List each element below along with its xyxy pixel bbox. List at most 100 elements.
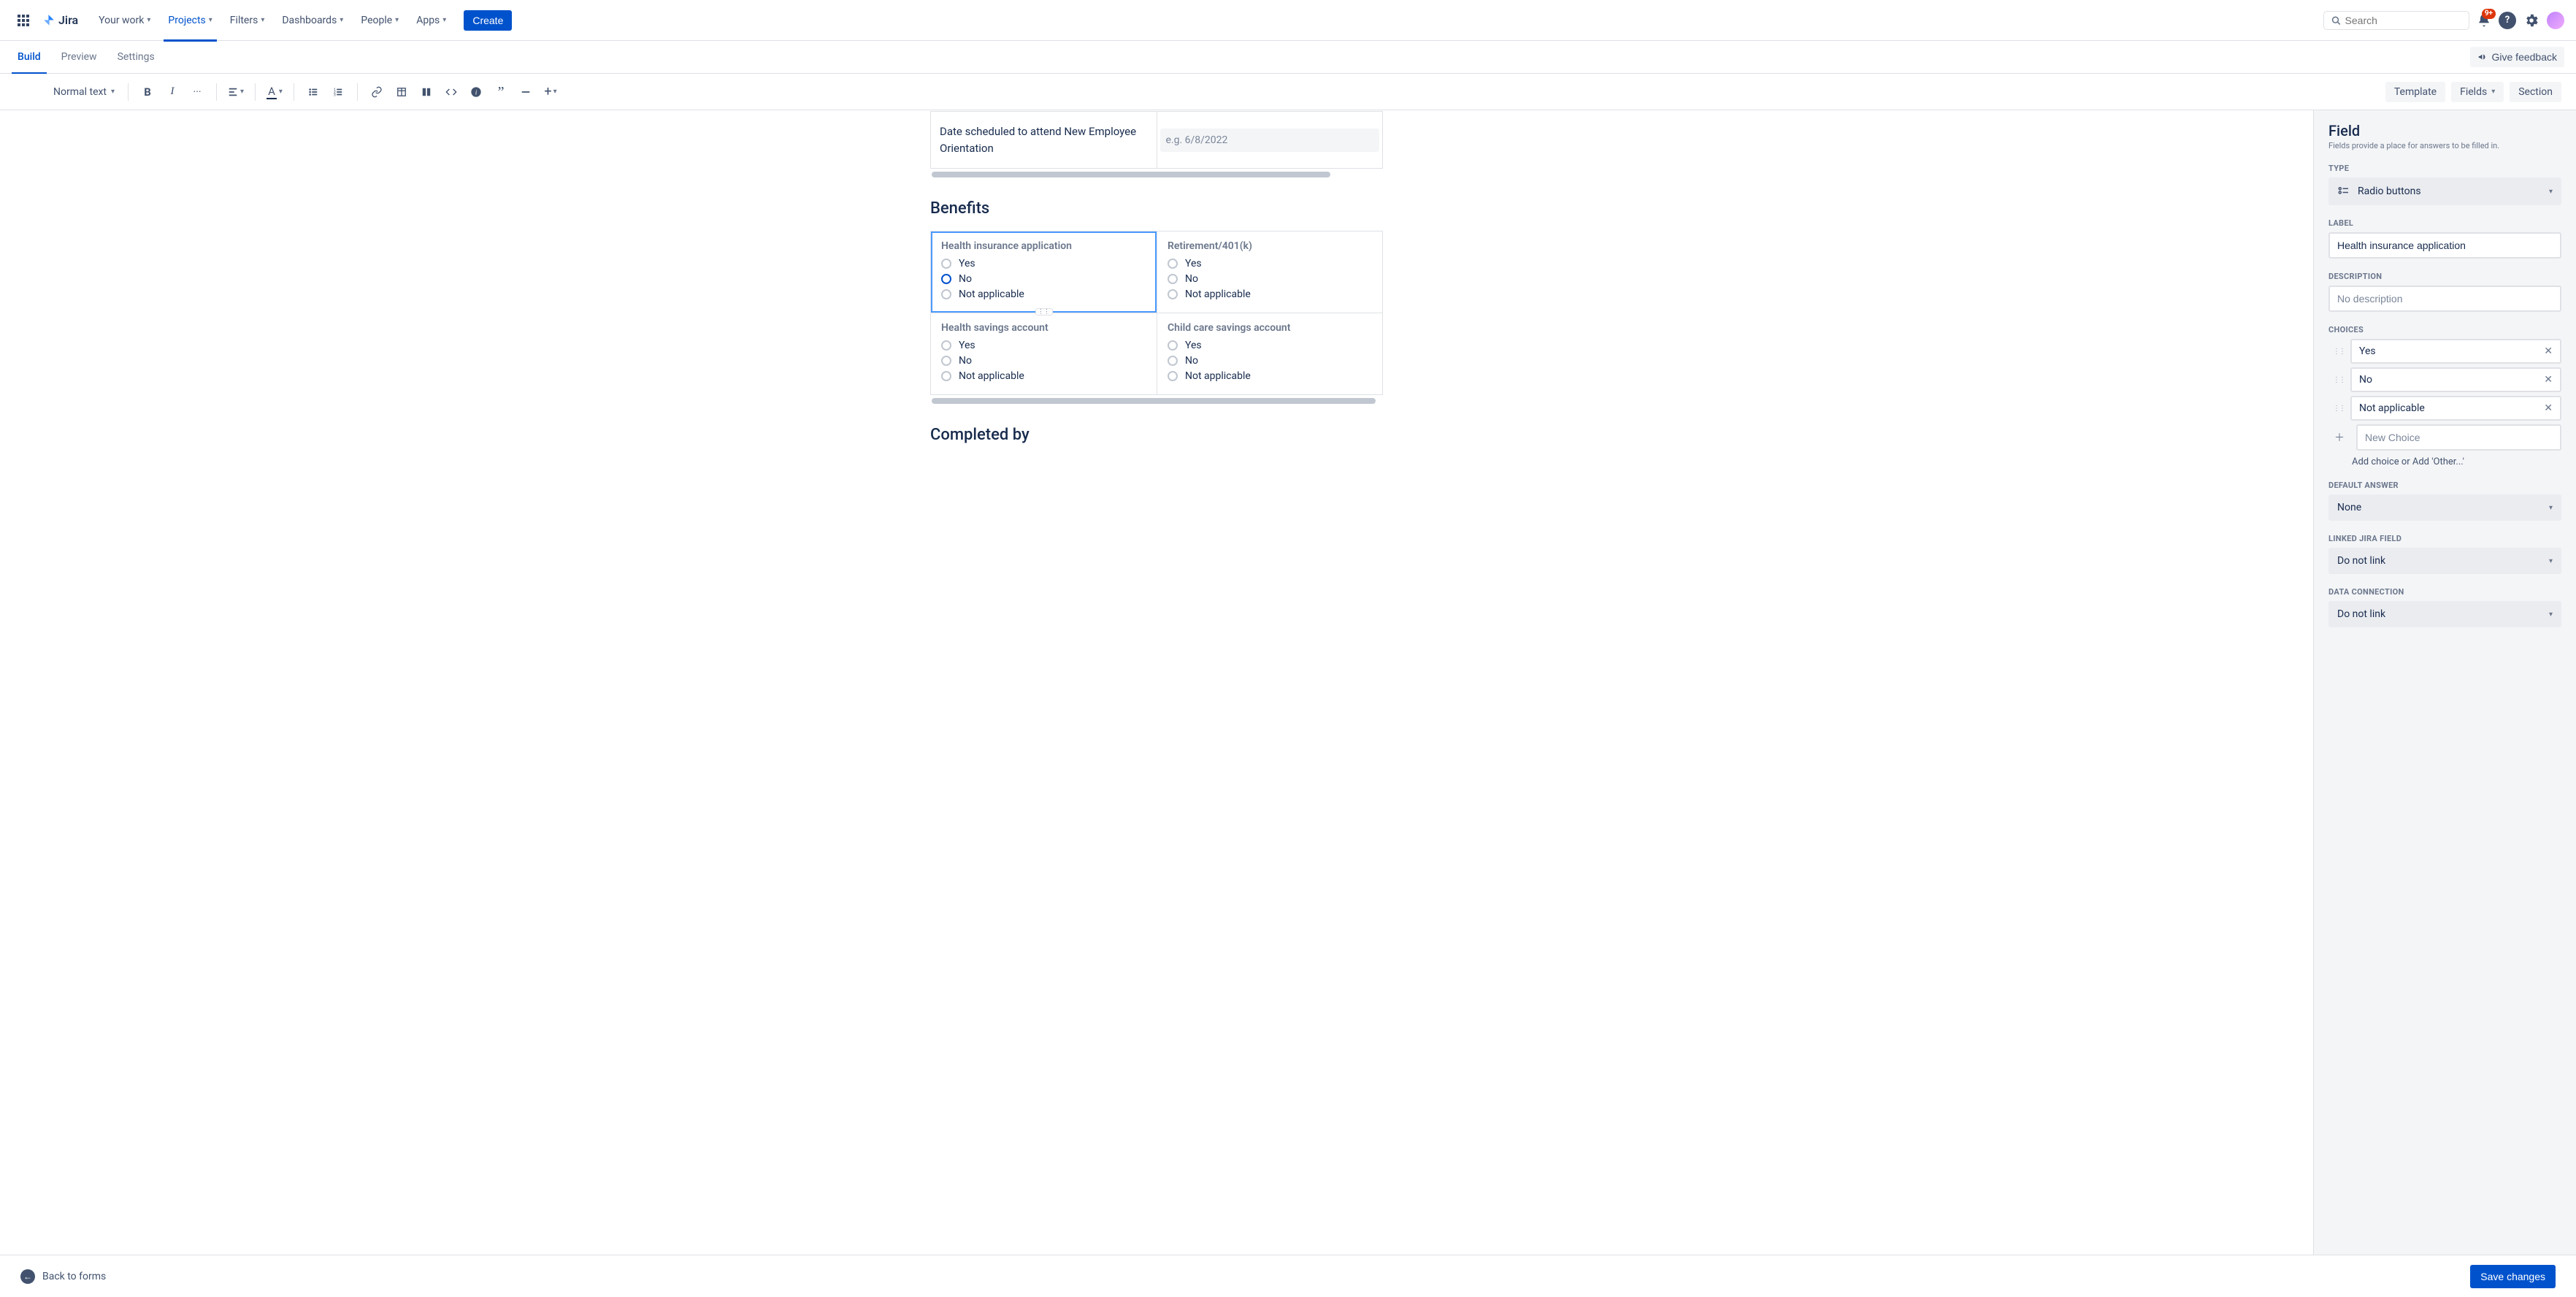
radio-option[interactable]: No — [941, 355, 1146, 367]
toolbar-separator — [216, 83, 217, 101]
tab-settings[interactable]: Settings — [112, 41, 161, 74]
save-changes-button[interactable]: Save changes — [2470, 1265, 2556, 1288]
jira-logo[interactable]: Jira — [42, 13, 78, 27]
ordered-list-icon: 123 — [333, 87, 343, 97]
radio-icon — [1168, 274, 1178, 284]
settings-icon[interactable] — [2523, 12, 2539, 28]
radio-option[interactable]: Not applicable — [1168, 288, 1372, 300]
type-value: Radio buttons — [2358, 185, 2421, 197]
choice-text: Yes — [2359, 345, 2376, 357]
radio-option[interactable]: No — [941, 273, 1146, 285]
nav-dashboards[interactable]: Dashboards▾ — [275, 10, 350, 31]
notifications-icon[interactable]: 9+ — [2477, 13, 2491, 28]
date-placeholder: e.g. 6/8/2022 — [1160, 129, 1380, 152]
tab-preview[interactable]: Preview — [55, 41, 103, 74]
linked-field-label: LINKED JIRA FIELD — [2328, 534, 2561, 543]
drag-handle-icon[interactable]: ⋮⋮ — [2328, 342, 2349, 361]
description-input[interactable] — [2328, 286, 2561, 312]
choice-input[interactable]: No ✕ — [2350, 367, 2561, 392]
radio-icon — [941, 371, 951, 381]
horizontal-scrollbar[interactable] — [932, 398, 1376, 404]
linked-field-select[interactable]: Do not link ▾ — [2328, 548, 2561, 574]
radio-option[interactable]: No — [1168, 355, 1372, 367]
radio-option[interactable]: Not applicable — [941, 370, 1146, 382]
nav-your-work[interactable]: Your work▾ — [91, 10, 158, 31]
user-avatar[interactable] — [2547, 12, 2564, 29]
add-choice-icon[interactable]: ＋ — [2328, 424, 2350, 451]
field-child-care[interactable]: Child care savings account Yes No Not ap… — [1157, 313, 1382, 394]
template-button[interactable]: Template — [2385, 82, 2445, 102]
remove-choice-icon[interactable]: ✕ — [2544, 345, 2553, 357]
search-input[interactable] — [2323, 11, 2469, 30]
radio-option[interactable]: Yes — [941, 258, 1146, 269]
app-switcher-icon[interactable] — [12, 9, 35, 32]
code-button[interactable] — [440, 80, 463, 104]
choice-input[interactable]: Yes ✕ — [2350, 339, 2561, 364]
more-formatting-button[interactable]: ··· — [185, 80, 209, 104]
horizontal-scrollbar[interactable] — [932, 172, 1330, 177]
fields-dropdown[interactable]: Fields ▾ — [2451, 82, 2504, 102]
drag-handle-icon[interactable]: ⋮⋮ — [2328, 399, 2349, 418]
radio-option[interactable]: Yes — [1168, 340, 1372, 351]
ordered-list-button[interactable]: 123 — [326, 80, 350, 104]
quote-button[interactable]: ” — [489, 80, 513, 104]
chevron-down-icon: ▾ — [2549, 557, 2553, 565]
back-to-forms-link[interactable]: ← Back to forms — [20, 1269, 106, 1284]
field-health-savings[interactable]: ⋮⋮ Health savings account Yes No Not app… — [931, 313, 1157, 394]
radio-option[interactable]: Not applicable — [941, 288, 1146, 300]
radio-option[interactable]: Yes — [1168, 258, 1372, 269]
table-button[interactable] — [390, 80, 413, 104]
italic-button[interactable]: I — [161, 80, 184, 104]
bold-button[interactable]: B — [136, 80, 159, 104]
nav-projects[interactable]: Projects▾ — [161, 10, 219, 31]
nav-people[interactable]: People▾ — [353, 10, 406, 31]
date-field-label-cell[interactable]: Date scheduled to attend New Employee Or… — [931, 112, 1157, 169]
default-answer-select[interactable]: None ▾ — [2328, 494, 2561, 521]
chevron-down-icon: ▾ — [209, 16, 212, 24]
radio-option[interactable]: Yes — [941, 340, 1146, 351]
type-select[interactable]: Radio buttons ▾ — [2328, 177, 2561, 205]
data-connection-select[interactable]: Do not link ▾ — [2328, 601, 2561, 627]
chevron-down-icon: ▾ — [261, 16, 264, 24]
align-left-icon — [228, 87, 238, 97]
align-dropdown[interactable]: ▾ — [224, 80, 248, 104]
layouts-button[interactable] — [415, 80, 438, 104]
chevron-down-icon: ▾ — [395, 16, 399, 24]
help-icon[interactable]: ? — [2499, 12, 2516, 29]
label-input[interactable] — [2328, 232, 2561, 259]
choice-row: ⋮⋮ Not applicable ✕ — [2328, 396, 2561, 421]
text-color-dropdown[interactable]: A ▾ — [263, 80, 286, 104]
section-button[interactable]: Section — [2510, 82, 2561, 102]
toolbar-separator — [255, 83, 256, 101]
nav-apps[interactable]: Apps▾ — [409, 10, 453, 31]
field-label: Child care savings account — [1168, 322, 1372, 334]
field-retirement[interactable]: Retirement/401(k) Yes No Not applicable — [1157, 232, 1382, 313]
chevron-down-icon: ▾ — [2549, 611, 2553, 619]
field-label: Health insurance application — [941, 240, 1146, 252]
search-field[interactable] — [2345, 15, 2461, 26]
radio-icon — [941, 289, 951, 299]
create-button[interactable]: Create — [464, 10, 512, 31]
new-choice-input[interactable] — [2356, 424, 2561, 451]
choice-input[interactable]: Not applicable ✕ — [2350, 396, 2561, 421]
form-canvas[interactable]: Date scheduled to attend New Employee Or… — [0, 110, 2313, 1255]
info-button[interactable]: i — [464, 80, 488, 104]
row-drag-handle[interactable]: ⋮⋮ — [1035, 308, 1053, 315]
chevron-down-icon: ▾ — [553, 88, 557, 96]
divider-button[interactable] — [514, 80, 537, 104]
text-style-dropdown[interactable]: Normal text ▾ — [47, 80, 120, 104]
give-feedback-button[interactable]: Give feedback — [2470, 47, 2565, 67]
remove-choice-icon[interactable]: ✕ — [2544, 402, 2553, 414]
add-choice-helper[interactable]: Add choice or Add 'Other...' — [2352, 456, 2561, 467]
field-health-insurance[interactable]: Health insurance application Yes No Not … — [931, 232, 1157, 313]
remove-choice-icon[interactable]: ✕ — [2544, 374, 2553, 386]
drag-handle-icon[interactable]: ⋮⋮ — [2328, 370, 2349, 390]
date-field-input-cell[interactable]: e.g. 6/8/2022 — [1157, 112, 1383, 169]
bullet-list-button[interactable] — [302, 80, 325, 104]
radio-option[interactable]: Not applicable — [1168, 370, 1372, 382]
nav-filters[interactable]: Filters▾ — [223, 10, 272, 31]
tab-build[interactable]: Build — [12, 41, 47, 74]
link-button[interactable] — [365, 80, 388, 104]
radio-option[interactable]: No — [1168, 273, 1372, 285]
insert-dropdown[interactable]: + ▾ — [539, 80, 562, 104]
